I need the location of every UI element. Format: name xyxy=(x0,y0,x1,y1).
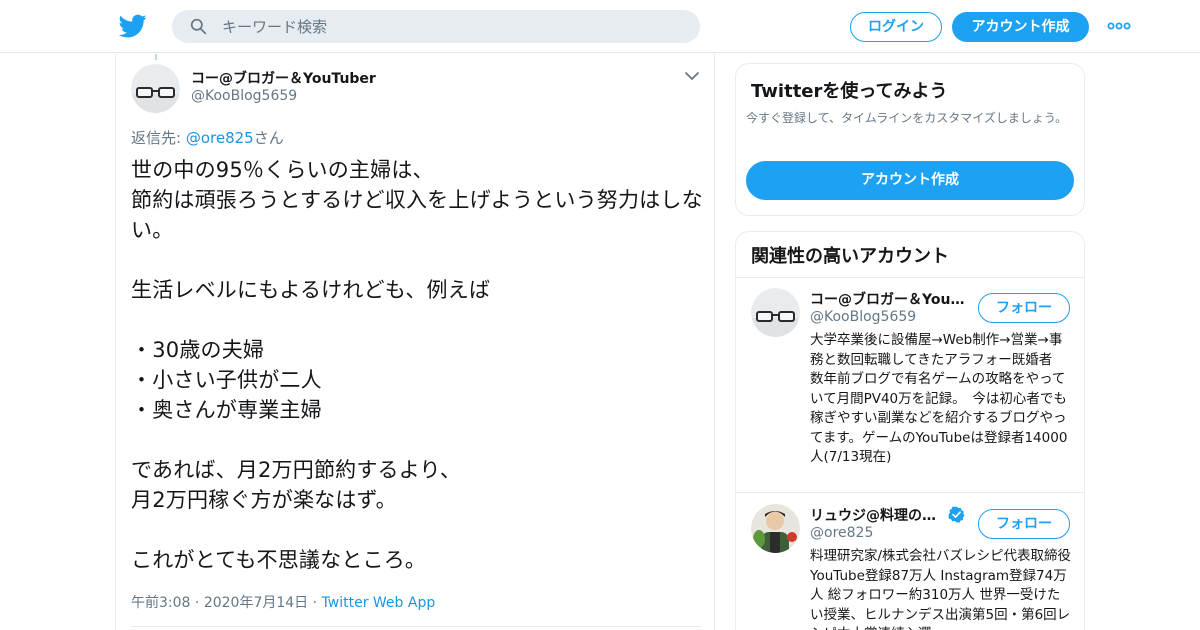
verified-badge-icon xyxy=(948,506,965,523)
follow-button[interactable]: フォロー xyxy=(978,509,1070,539)
signup-panel-button[interactable]: アカウント作成 xyxy=(746,161,1074,200)
tweet-metadata: 午前3:08 · 2020年7月14日 · Twitter Web App xyxy=(131,592,435,612)
related-accounts-title: 関連性の高いアカウント xyxy=(751,246,949,267)
reply-context: 返信先: @ore825さん xyxy=(131,127,284,148)
related-account-item[interactable]: リュウジ@料理のおにいさんバズレシピ @ore825 フォロー 料理研究家/株式… xyxy=(736,494,1084,630)
reply-suffix: さん xyxy=(253,129,284,147)
tweet-time-link[interactable]: 午前3:08 xyxy=(131,595,190,611)
search-input[interactable] xyxy=(222,10,682,43)
chevron-down-icon[interactable] xyxy=(684,70,700,82)
signup-panel-title: Twitterを使ってみよう xyxy=(751,81,948,102)
more-options-icon[interactable] xyxy=(1107,16,1131,36)
related-accounts-panel: 関連性の高いアカウント コー@ブロガー＆YouTuber @KooBlog565… xyxy=(735,231,1085,630)
tweet-date-link[interactable]: 2020年7月14日 xyxy=(204,595,308,611)
account-handle[interactable]: @ore825 xyxy=(810,525,873,541)
reply-mention-link[interactable]: @ore825 xyxy=(186,129,254,147)
signup-panel-description: 今すぐ登録して、タイムラインをカスタマイズしましょう。 xyxy=(746,111,1068,125)
twitter-bird-icon[interactable] xyxy=(119,12,147,40)
signup-prompt-panel: Twitterを使ってみよう 今すぐ登録して、タイムラインをカスタマイズしましょ… xyxy=(735,63,1085,216)
author-avatar[interactable] xyxy=(131,64,180,113)
top-navigation-bar: ログイン アカウント作成 xyxy=(0,0,1200,53)
account-handle[interactable]: @KooBlog5659 xyxy=(810,309,916,325)
account-name[interactable]: コー@ブロガー＆YouTuber xyxy=(810,289,972,309)
account-name[interactable]: リュウジ@料理のおにいさんバズレシピ xyxy=(810,505,946,525)
search-bar xyxy=(172,10,700,43)
search-icon xyxy=(190,18,207,35)
account-avatar[interactable] xyxy=(751,288,800,337)
meta-separator: · xyxy=(312,595,318,611)
account-avatar[interactable] xyxy=(751,504,800,553)
reply-prefix: 返信先: xyxy=(131,129,186,147)
author-handle[interactable]: @KooBlog5659 xyxy=(191,88,297,104)
related-account-item[interactable]: コー@ブロガー＆YouTuber @KooBlog5659 フォロー 大学卒業後… xyxy=(736,278,1084,493)
tweet-text: 世の中の95％くらいの主婦は、 節約は頑張ろうとするけど収入を上げようという努力… xyxy=(131,158,703,572)
tweet-source-link[interactable]: Twitter Web App xyxy=(322,595,436,611)
author-name[interactable]: コー@ブロガー＆YouTuber xyxy=(191,68,376,88)
account-bio: 料理研究家/株式会社バズレシピ代表取締役 YouTube登録87万人 Insta… xyxy=(810,548,1072,630)
tweet-detail: コー@ブロガー＆YouTuber @KooBlog5659 返信先: @ore8… xyxy=(115,54,715,630)
login-button[interactable]: ログイン xyxy=(850,12,942,42)
signup-button[interactable]: アカウント作成 xyxy=(952,12,1089,42)
meta-separator: · xyxy=(194,595,200,611)
account-bio: 大学卒業後に設備屋→Web制作→営業→事務と数回転職してきたアラフォー既婚者 数… xyxy=(810,332,1068,465)
divider xyxy=(131,626,701,627)
thread-connector-line xyxy=(155,54,157,60)
follow-button[interactable]: フォロー xyxy=(978,293,1070,323)
